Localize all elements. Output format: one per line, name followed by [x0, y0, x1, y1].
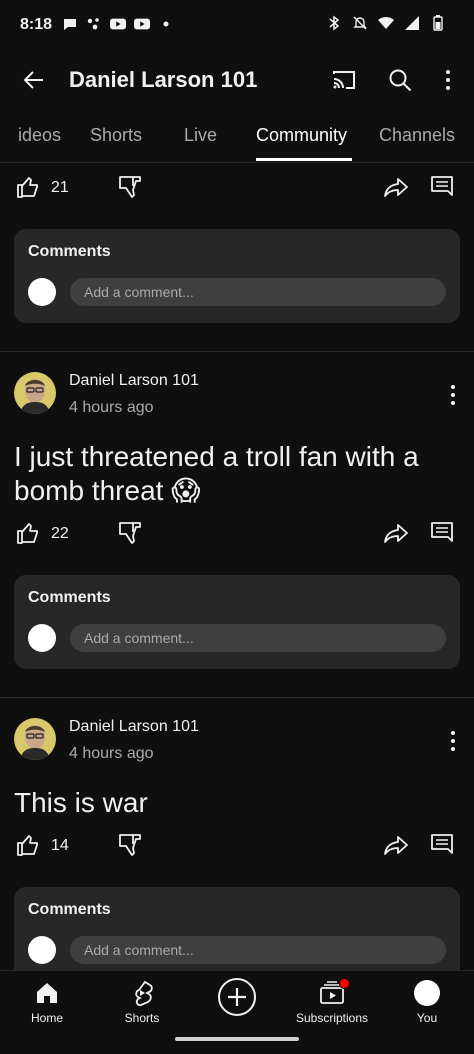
like-count: 22	[51, 525, 69, 542]
status-bar: 8:18	[0, 0, 474, 52]
post-header: Daniel Larson 101 4 hours ago	[0, 718, 474, 778]
wifi-icon	[378, 15, 394, 31]
post-text: I just threatened a troll fan with a bom…	[14, 441, 419, 506]
search-icon[interactable]	[386, 66, 414, 94]
like-count: 21	[51, 179, 69, 196]
add-comment-input[interactable]: Add a comment...	[70, 624, 446, 652]
dislike-icon[interactable]	[116, 831, 144, 859]
plus-icon	[220, 988, 254, 1018]
tab-live[interactable]: Live	[184, 125, 217, 146]
add-comment-input[interactable]: Add a comment...	[70, 278, 446, 306]
status-notification-icons	[62, 16, 174, 32]
tab-shorts[interactable]: Shorts	[90, 125, 142, 146]
post-actions: 22	[0, 513, 474, 553]
channel-avatar[interactable]	[14, 718, 56, 760]
comments-title: Comments	[28, 901, 111, 918]
bluetooth-icon	[326, 15, 342, 31]
post-time: 4 hours ago	[69, 745, 154, 762]
like-count: 14	[51, 837, 69, 854]
like-icon[interactable]	[14, 831, 42, 859]
user-avatar	[28, 936, 56, 964]
share-icon[interactable]	[382, 831, 410, 859]
like-icon[interactable]	[14, 519, 42, 547]
share-icon[interactable]	[382, 519, 410, 547]
nav-subscriptions[interactable]: Subscriptions	[287, 978, 377, 1025]
tab-community[interactable]: Community	[256, 125, 347, 146]
post-author[interactable]: Daniel Larson 101	[69, 372, 199, 390]
profile-avatar-icon	[382, 979, 472, 1007]
youtube-notification-icon	[110, 16, 126, 32]
battery-icon	[430, 15, 446, 31]
like-icon[interactable]	[14, 173, 42, 201]
more-notifications-dot-icon	[158, 16, 174, 32]
post-more-icon[interactable]	[442, 728, 464, 754]
chat-bubble-icon	[62, 16, 78, 32]
post-actions: 21	[0, 167, 474, 207]
dislike-icon[interactable]	[116, 173, 144, 201]
notification-dot	[339, 978, 350, 989]
post-more-icon[interactable]	[442, 382, 464, 408]
post-divider	[0, 351, 474, 352]
nav-shorts-label: Shorts	[124, 1011, 160, 1025]
home-icon	[2, 979, 92, 1007]
tab-videos[interactable]: ideos	[18, 125, 61, 146]
channel-avatar[interactable]	[14, 372, 56, 414]
shorts-icon	[97, 979, 187, 1007]
user-avatar	[28, 278, 56, 306]
gesture-home-indicator[interactable]	[175, 1037, 299, 1041]
comments-title: Comments	[28, 589, 111, 606]
comments-card[interactable]: Comments Add a comment...	[14, 575, 460, 669]
post-text: This is war	[14, 787, 148, 818]
comment-icon[interactable]	[428, 831, 456, 859]
channel-tabs: ideos Shorts Live Community Channels	[0, 108, 474, 163]
comment-icon[interactable]	[428, 519, 456, 547]
post-actions: 14	[0, 825, 474, 865]
nav-subscriptions-label: Subscriptions	[295, 1011, 369, 1025]
more-vertical-icon[interactable]	[434, 66, 462, 94]
active-tab-indicator	[256, 158, 352, 161]
nav-shorts[interactable]: Shorts	[97, 979, 187, 1025]
notifications-off-icon	[352, 15, 368, 31]
post-header: Daniel Larson 101 4 hours ago	[0, 372, 474, 432]
add-comment-input[interactable]: Add a comment...	[70, 936, 446, 964]
user-avatar	[28, 624, 56, 652]
comments-card[interactable]: Comments Add a comment...	[14, 887, 460, 981]
youtube-notification-icon	[134, 16, 150, 32]
cast-icon[interactable]	[330, 66, 358, 94]
tab-channels[interactable]: Channels	[379, 125, 455, 146]
back-arrow-icon[interactable]	[18, 64, 50, 96]
assistant-dots-icon	[86, 16, 102, 32]
nav-home-label: Home	[30, 1011, 63, 1025]
create-button[interactable]	[218, 978, 256, 1016]
share-icon[interactable]	[382, 173, 410, 201]
cellular-signal-icon	[404, 15, 420, 31]
bottom-navigation: Home Shorts Subscriptions You	[0, 970, 474, 1054]
post-author[interactable]: Daniel Larson 101	[69, 718, 199, 736]
channel-title: Daniel Larson 101	[69, 67, 258, 92]
post-time: 4 hours ago	[69, 399, 154, 416]
comments-title: Comments	[28, 243, 111, 260]
app-bar: Daniel Larson 101	[0, 52, 474, 108]
nav-home[interactable]: Home	[2, 979, 92, 1025]
nav-you-label: You	[416, 1011, 438, 1025]
status-time: 8:18	[20, 16, 53, 33]
subscriptions-icon	[318, 978, 350, 1007]
dislike-icon[interactable]	[116, 519, 144, 547]
comments-card[interactable]: Comments Add a comment...	[14, 229, 460, 323]
comment-icon[interactable]	[428, 173, 456, 201]
nav-you[interactable]: You	[382, 979, 472, 1025]
status-system-icons	[326, 15, 446, 31]
post-divider	[0, 697, 474, 698]
